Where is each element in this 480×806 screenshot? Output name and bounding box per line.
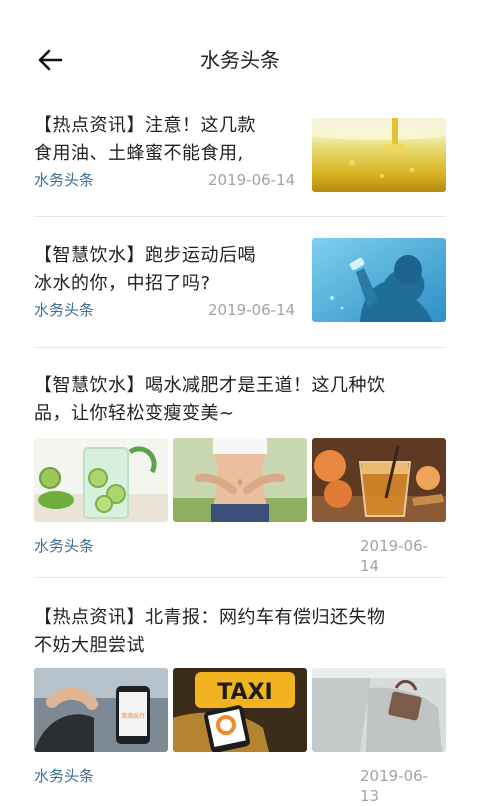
slim-waist-image [173, 438, 307, 522]
cucumber-water-image [34, 438, 168, 522]
phone-in-car-image: 滴滴出行 [34, 668, 168, 752]
news-date: 2019-06-13 [360, 767, 429, 805]
news-source: 水务头条 [34, 301, 95, 319]
svg-text:滴滴出行: 滴滴出行 [121, 712, 145, 720]
divider [34, 216, 446, 217]
news-date: 2019-06-14 [208, 171, 296, 189]
news-title: 【热点资讯】北青报：网约车有偿归还失物 不妨大胆尝试 [34, 607, 386, 656]
news-date: 2019-06-14 [208, 301, 296, 319]
news-title: 【智慧饮水】喝水减肥才是王道！这几种饮 品，让你轻松变瘦变美~ [34, 375, 386, 424]
page-title: 水务头条 [200, 48, 280, 72]
car-seat-bag-image [312, 668, 446, 752]
news-title: 【智慧饮水】跑步运动后喝 冰水的你，中招了吗? [34, 245, 256, 294]
news-source: 水务头条 [34, 537, 95, 555]
news-item[interactable]: 【热点资讯】北青报：网约车有偿归还失物 不妨大胆尝试 滴滴出行 TAXI 水务头… [34, 604, 446, 805]
divider [34, 347, 446, 348]
taxi-sign-image: TAXI [173, 668, 307, 752]
news-title: 【热点资讯】注意！这几款 食用油、土蜂蜜不能食用, [34, 115, 256, 164]
top-app-bar: 水务头条 [0, 0, 480, 120]
news-item[interactable]: 【智慧饮水】跑步运动后喝 冰水的你，中招了吗? 水务头条 2019-06-14 [34, 238, 446, 342]
news-item[interactable]: 【智慧饮水】喝水减肥才是王道！这几种饮 品，让你轻松变瘦变美~ 水务头条 201… [34, 372, 446, 575]
news-source: 水务头条 [34, 767, 95, 785]
cooking-oil-pour-image [312, 118, 446, 192]
divider [34, 577, 446, 578]
news-source: 水务头条 [34, 171, 95, 189]
peach-tea-image [312, 438, 446, 522]
man-drinking-water-image [312, 238, 446, 322]
news-date: 2019-06-14 [360, 537, 429, 575]
svg-text:TAXI: TAXI [217, 680, 272, 705]
news-item[interactable]: 【热点资讯】注意！这几款 食用油、土蜂蜜不能食用, 水务头条 2019-06-14 [34, 112, 446, 212]
